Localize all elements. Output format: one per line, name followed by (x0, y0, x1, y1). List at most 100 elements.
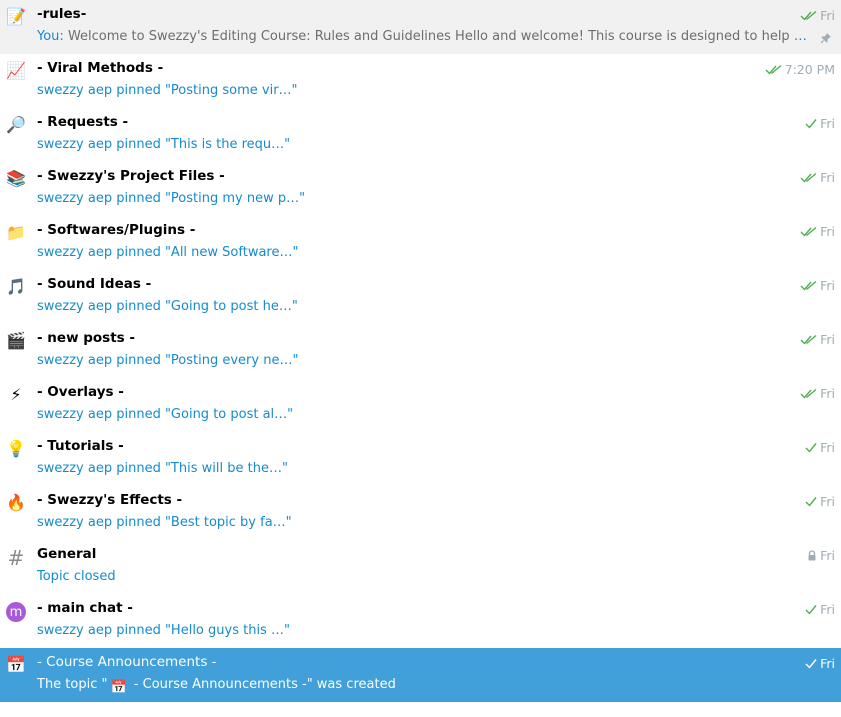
chat-meta: 7:20 PM (765, 62, 835, 77)
chat-meta: Fri (805, 494, 835, 509)
calendar-icon: 📅 (6, 657, 26, 674)
sender-label: You: (37, 29, 64, 44)
chat-preview: swezzy aep pinned "This is the requ…" (37, 137, 290, 152)
message-preview: swezzy aep pinned "Best topic by fa…" (37, 515, 292, 530)
chat-time: Fri (820, 386, 835, 401)
lightning-icon: ⚡ (10, 387, 22, 404)
chat-meta: Fri (805, 602, 835, 617)
chat-title: - Course Announcements - (37, 654, 217, 670)
chat-preview: swezzy aep pinned "Best topic by fa…" (37, 515, 292, 530)
chat-meta: Fri (800, 332, 835, 347)
chat-title: General (37, 546, 97, 562)
check-icon (805, 442, 817, 453)
lightbulb-icon: 💡 (6, 441, 26, 458)
chat-row-software[interactable]: 📁 - Softwares/Plugins - swezzy aep pinned … (0, 216, 841, 270)
check-icon (805, 496, 817, 507)
chat-list: 📝 -rules- You: Welcome to Swezzy's Editing… (0, 0, 841, 702)
double-check-icon (765, 64, 782, 75)
chat-row-rules[interactable]: 📝 -rules- You: Welcome to Swezzy's Editing… (0, 0, 841, 54)
chat-meta: Fri (805, 116, 835, 131)
chat-meta: Fri (800, 224, 835, 239)
message-preview: swezzy aep pinned "This will be the…" (37, 461, 288, 476)
clapper-icon: 🎬 (6, 333, 26, 350)
chat-preview: Topic closed (37, 569, 116, 584)
message-preview: swezzy aep pinned "Posting some vir…" (37, 83, 298, 98)
message-preview: Welcome to Swezzy's Editing Course: Rule… (67, 29, 807, 44)
chat-preview: swezzy aep pinned "Posting some vir…" (37, 83, 298, 98)
message-suffix: - Course Announcements -" was created (129, 677, 396, 692)
chat-title: - Requests - (37, 114, 129, 130)
chat-meta: Fri (800, 278, 835, 293)
chat-title: - Tutorials - (37, 438, 124, 454)
chat-preview: swezzy aep pinned "This will be the…" (37, 461, 288, 476)
chat-time: Fri (820, 548, 835, 563)
pin-icon (820, 31, 832, 49)
chat-meta: Fri (805, 440, 835, 455)
chat-row-newposts[interactable]: 🎬 - new posts - swezzy aep pinned "Posting… (0, 324, 841, 378)
chat-row-overlays[interactable]: ⚡ - Overlays - swezzy aep pinned "Going to… (0, 378, 841, 432)
chat-row-announcements[interactable]: 📅 - Course Announcements - The topic " 📅 - … (0, 648, 841, 702)
chat-preview: swezzy aep pinned "Going to post al…" (37, 407, 293, 422)
chart-up-icon: 📈 (6, 63, 26, 80)
double-check-icon (800, 172, 817, 183)
message-prefix: The topic " (37, 677, 108, 692)
chat-title: - main chat - (37, 600, 133, 616)
double-check-icon (800, 280, 817, 291)
double-check-icon (800, 10, 817, 21)
message-preview: Topic closed (37, 569, 116, 584)
chat-time: Fri (820, 116, 835, 131)
message-preview: swezzy aep pinned "Going to post he…" (37, 299, 298, 314)
chat-title: - Sound Ideas - (37, 276, 152, 292)
chat-time: Fri (820, 440, 835, 455)
chat-title: - Swezzy's Effects - (37, 492, 183, 508)
chat-time: Fri (820, 656, 835, 671)
chat-title: - Overlays - (37, 384, 124, 400)
memo-icon: 📝 (6, 9, 26, 26)
chat-preview: swezzy aep pinned "All new Software…" (37, 245, 298, 260)
chat-title: - Softwares/Plugins - (37, 222, 196, 238)
hash-icon: # (7, 546, 25, 570)
chat-meta: Fri (800, 386, 835, 401)
chat-row-mainchat[interactable]: m - main chat - swezzy aep pinned "Hello g… (0, 594, 841, 648)
fire-icon: 🔥 (6, 495, 26, 512)
chat-time: Fri (820, 494, 835, 509)
double-check-icon (800, 388, 817, 399)
chat-title: - Viral Methods - (37, 60, 164, 76)
folder-icon: 📁 (6, 225, 26, 242)
check-icon (805, 118, 817, 129)
chat-time: Fri (820, 170, 835, 185)
chat-preview: The topic " 📅 - Course Announcements -" w… (37, 677, 396, 695)
chat-time: Fri (820, 224, 835, 239)
chat-row-project[interactable]: 📚 - Swezzy's Project Files - swezzy aep pi… (0, 162, 841, 216)
chat-row-viral[interactable]: 📈 - Viral Methods - swezzy aep pinned "Pos… (0, 54, 841, 108)
avatar-m-icon: m (5, 601, 27, 623)
chat-row-effects[interactable]: 🔥 - Swezzy's Effects - swezzy aep pinned "… (0, 486, 841, 540)
chat-time: Fri (820, 278, 835, 293)
message-preview: swezzy aep pinned "Going to post al…" (37, 407, 294, 422)
music-note-icon: 🎵 (6, 279, 26, 296)
chat-time: Fri (820, 332, 835, 347)
chat-meta: Fri (800, 8, 835, 23)
chat-row-general[interactable]: # General Topic closed Fri (0, 540, 841, 594)
message-preview: swezzy aep pinned "This is the requ…" (37, 137, 291, 152)
message-preview: swezzy aep pinned "Posting every ne…" (37, 353, 299, 368)
check-icon (805, 658, 817, 669)
double-check-icon (800, 334, 817, 345)
message-preview: swezzy aep pinned "Hello guys this …" (37, 623, 290, 638)
calendar-icon: 📅 (110, 680, 127, 695)
lock-icon (807, 550, 817, 561)
chat-meta: Fri (807, 548, 835, 563)
chat-time: Fri (820, 602, 835, 617)
chat-row-requests[interactable]: 🔎 - Requests - swezzy aep pinned "This is … (0, 108, 841, 162)
chat-row-sound[interactable]: 🎵 - Sound Ideas - swezzy aep pinned "Going… (0, 270, 841, 324)
chat-preview: swezzy aep pinned "Going to post he…" (37, 299, 298, 314)
chat-time: Fri (820, 8, 835, 23)
chat-preview: swezzy aep pinned "Posting my new p…" (37, 191, 305, 206)
chat-meta: Fri (805, 656, 835, 671)
chat-title: -rules- (37, 6, 87, 22)
chat-preview: swezzy aep pinned "Hello guys this …" (37, 623, 290, 638)
chat-time: 7:20 PM (784, 62, 835, 77)
chat-row-tutorials[interactable]: 💡 - Tutorials - swezzy aep pinned "This wi… (0, 432, 841, 486)
chat-title: - new posts - (37, 330, 136, 346)
double-check-icon (800, 226, 817, 237)
